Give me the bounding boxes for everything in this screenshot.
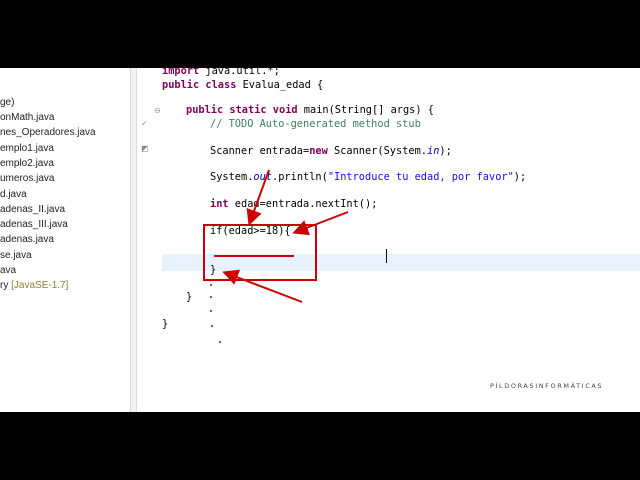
explorer-item[interactable]: umeros.java — [0, 173, 54, 184]
editor-ruler: ✓ ◩ — [137, 68, 285, 412]
override-marker-icon: ✓ — [141, 119, 148, 128]
code-line-main: public static void main(String[] args) { — [186, 104, 434, 116]
explorer-item[interactable]: nes_Operadores.java — [0, 127, 96, 138]
explorer-item[interactable]: emplo1.java — [0, 143, 54, 154]
explorer-item[interactable]: ava — [0, 265, 16, 276]
code-line-if-close: } — [210, 264, 217, 276]
code-line-println: System.out.println("Introduce tu edad, p… — [210, 171, 526, 183]
code-text: main(String[] args) { — [297, 104, 434, 116]
code-text: edad=entrada.nextInt(); — [228, 198, 378, 210]
explorer-item-jre-library[interactable]: ry [JavaSE-1.7] — [0, 280, 68, 291]
code-text: Scanner(System. — [327, 145, 428, 157]
code-line-class: public class Evalua_edad { — [162, 79, 323, 91]
code-line-todo-comment: // TODO Auto-generated method stub — [210, 118, 421, 130]
explorer-item[interactable]: adenas_II.java — [0, 204, 65, 215]
keyword: import — [162, 68, 200, 77]
code-line-class-close: } — [162, 318, 169, 330]
jre-library-version: [JavaSE-1.7] — [11, 280, 69, 291]
current-line-highlight — [162, 254, 640, 271]
code-text: System. — [210, 171, 254, 183]
code-line-if: if(edad>=18){ — [210, 225, 291, 237]
code-line-scanner: Scanner entrada=new Scanner(System.in); — [210, 145, 452, 157]
static-field: out — [253, 171, 273, 183]
code-text: java.util.*; — [199, 68, 280, 77]
static-field: in — [427, 145, 440, 157]
package-explorer: ge) onMath.java nes_Operadores.java empl… — [0, 68, 131, 412]
explorer-item[interactable]: ge) — [0, 97, 14, 108]
code-line-int: int edad=entrada.nextInt(); — [210, 198, 377, 210]
code-text: Evalua_edad { — [236, 79, 324, 91]
code-line-import: import java.util.*; — [162, 68, 280, 77]
code-text: .println( — [272, 171, 328, 183]
jre-library-label: ry — [0, 280, 9, 291]
keyword: public class — [162, 79, 237, 91]
explorer-item[interactable]: emplo2.java — [0, 158, 54, 169]
code-text: Scanner entrada= — [210, 145, 310, 157]
keyword: int — [210, 198, 229, 210]
keyword: new — [309, 145, 328, 157]
watermark: PÍLDORASINFORMÁTICAS — [490, 382, 604, 390]
explorer-item[interactable]: onMath.java — [0, 112, 54, 123]
code-text: ); — [439, 145, 452, 157]
explorer-item[interactable]: d.java — [0, 189, 27, 200]
task-marker-icon: ◩ — [141, 144, 149, 153]
fold-icon[interactable]: ⊖ — [154, 106, 161, 115]
code-editor[interactable]: ⊖ import java.util.*; public class Evalu… — [152, 68, 640, 412]
text-caret — [386, 249, 387, 263]
explorer-item[interactable]: adenas_III.java — [0, 219, 68, 230]
code-line-main-close: } — [186, 291, 193, 303]
keyword: public static void — [186, 104, 298, 116]
explorer-item[interactable]: se.java — [0, 250, 32, 261]
string-literal: "Introduce tu edad, por favor" — [327, 171, 514, 183]
explorer-item[interactable]: adenas.java — [0, 234, 54, 245]
eclipse-window: ge) onMath.java nes_Operadores.java empl… — [0, 68, 640, 412]
code-text: ); — [513, 171, 527, 183]
